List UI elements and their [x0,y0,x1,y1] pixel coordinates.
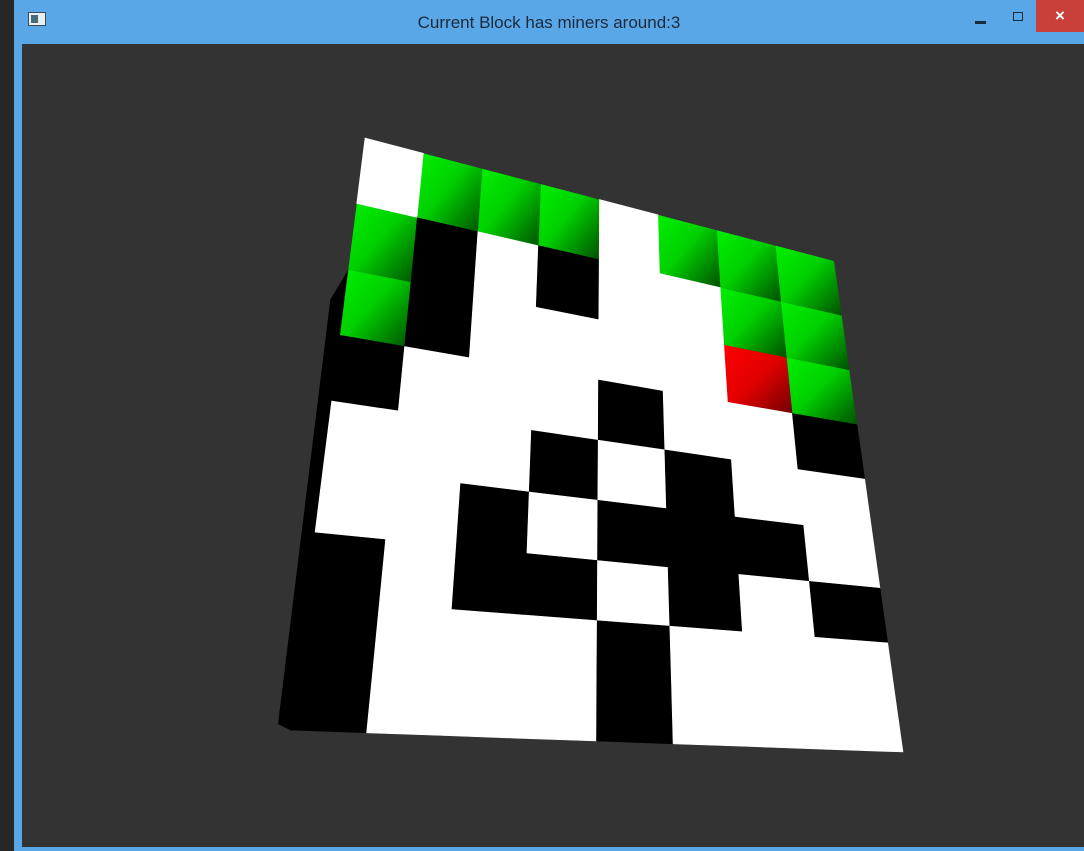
cell-hidden-r2-c2[interactable] [468,294,537,370]
cell-hidden-r6-c6[interactable] [738,574,816,638]
cell-black-r5-c2[interactable] [455,483,530,554]
cell-black-r6-c0[interactable] [306,532,386,605]
cell-hidden-r5-c0[interactable] [314,466,393,540]
cell-black-r4-c5[interactable] [664,449,736,518]
cell-hidden-r5-c7[interactable] [803,525,881,589]
cell-black-r1-c1[interactable] [410,217,479,296]
cell-black-r8-c4[interactable] [596,680,674,745]
cell-hidden-r7-c6[interactable] [742,631,822,694]
maximize-icon [1013,11,1023,21]
cell-hidden-r4-c7[interactable] [797,469,873,535]
cell-hidden-r4-c6[interactable] [731,459,805,526]
cell-black-r5-c5[interactable] [666,508,740,575]
cell-black-r6-c7[interactable] [809,581,889,644]
cell-hidden-r3-c5[interactable] [662,390,732,461]
cell-black-r5-c6[interactable] [734,516,810,582]
cell-hidden-r7-c5[interactable] [669,625,747,690]
cell-hidden-r3-c3[interactable] [531,368,599,441]
cell-hidden-r8-c5[interactable] [671,684,751,747]
minimize-icon [974,20,986,24]
cell-revealed-r2-c0[interactable] [340,269,411,347]
cell-hidden-r8-c7[interactable] [820,692,904,753]
desktop-strip [0,0,14,851]
cell-black-r6-c3[interactable] [524,553,598,622]
cell-hidden-r8-c6[interactable] [745,688,827,750]
cell-black-r8-c0[interactable] [289,663,374,734]
cell-black-r5-c4[interactable] [597,499,669,568]
cell-hidden-r8-c2[interactable] [442,672,523,739]
cell-hidden-r6-c4[interactable] [596,560,671,627]
cell-hidden-r7-c1[interactable] [372,603,453,673]
app-window: Current Block has miners around:3 × [0,0,1084,851]
cell-hidden-r3-c1[interactable] [397,346,470,421]
cell-hidden-r4-c2[interactable] [460,420,532,493]
cell-hidden-r4-c4[interactable] [597,439,667,510]
cell-black-r3-c0[interactable] [331,334,405,412]
cell-hidden-r2-c3[interactable] [533,306,600,381]
game-viewport[interactable] [22,44,1084,847]
maximize-button[interactable] [1004,0,1032,32]
close-button[interactable]: × [1036,0,1084,32]
close-icon: × [1055,6,1065,25]
title-bar[interactable]: Current Block has miners around:3 × [14,0,1084,44]
cell-hidden-r4-c1[interactable] [391,410,466,484]
cell-revealed-r1-c0[interactable] [348,203,418,283]
cell-hidden-r7-c3[interactable] [521,614,598,682]
cell-hidden-r5-c3[interactable] [526,491,599,561]
minesweeper-board[interactable] [22,44,1084,847]
cell-hidden-r5-c1[interactable] [385,474,461,547]
board-cells[interactable] [278,137,904,753]
cell-hidden-r0-c0[interactable] [356,137,424,219]
cell-hidden-r3-c6[interactable] [727,401,799,470]
cell-hidden-r4-c0[interactable] [322,400,399,476]
cell-black-r4-c3[interactable] [528,430,599,501]
cell-hidden-r7-c2[interactable] [447,609,525,678]
cell-hidden-r3-c2[interactable] [464,357,535,431]
cell-hidden-r7-c7[interactable] [814,636,896,698]
cell-hidden-r8-c1[interactable] [366,668,448,736]
minimize-button[interactable] [966,0,994,32]
cell-black-r3-c4[interactable] [597,379,666,451]
cell-hidden-r2-c4[interactable] [598,319,664,392]
cell-hidden-r8-c3[interactable] [519,676,598,742]
cell-black-r7-c0[interactable] [297,598,380,669]
cell-black-r7-c4[interactable] [596,620,672,686]
window-title: Current Block has miners around:3 [417,13,681,32]
cell-black-r2-c1[interactable] [404,281,474,359]
cell-black-r6-c5[interactable] [667,567,743,633]
cell-hidden-r6-c1[interactable] [378,539,457,610]
cell-black-r6-c2[interactable] [451,546,528,616]
